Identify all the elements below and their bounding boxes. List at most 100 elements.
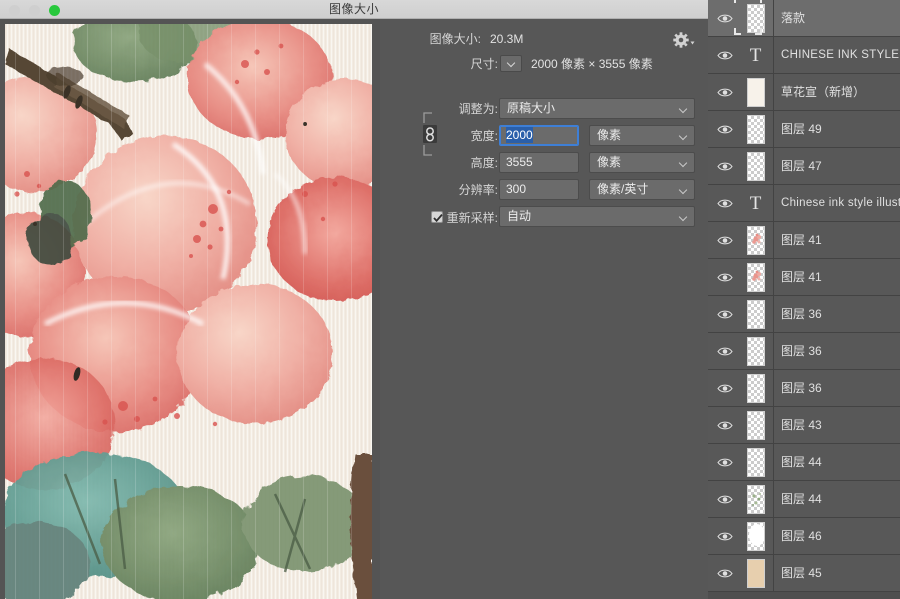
layer-name: 图层 46 [781, 529, 822, 543]
text-layer-icon: T [738, 37, 774, 74]
layer-name: Chinese ink style illustration [781, 197, 900, 209]
layer-thumbnail-image [746, 115, 765, 144]
photoshop-image-size-window: 图像大小 图像大小: 20.3M 尺寸: 2000 像素 × 3555 像素 调… [0, 0, 900, 599]
chevron-down-icon [508, 60, 515, 67]
layer-visibility-eye-icon[interactable] [717, 494, 733, 505]
layer-thumbnail-image [746, 411, 765, 440]
fit-to-label: 调整为: [458, 102, 498, 116]
layer-visibility-eye-icon[interactable] [717, 272, 733, 283]
gear-icon[interactable] [672, 31, 696, 49]
layer-thumbnail[interactable] [738, 148, 774, 185]
layer-row[interactable]: 图层 49 [708, 111, 900, 148]
layer-thumbnail-image [746, 300, 765, 329]
layer-thumbnail[interactable] [738, 370, 774, 407]
layer-visibility-eye-icon[interactable] [717, 87, 733, 98]
layer-row[interactable]: 图层 46 [708, 518, 900, 555]
layer-thumbnail[interactable] [738, 481, 774, 518]
layer-thumbnail[interactable] [738, 555, 774, 592]
height-unit-select[interactable]: 像素 [589, 152, 695, 173]
layer-row[interactable]: 图层 44 [708, 481, 900, 518]
layer-thumbnail-image [746, 337, 765, 366]
fit-to-value: 原稿大小 [507, 101, 556, 115]
layer-name: 图层 49 [781, 122, 822, 136]
layer-row[interactable]: 图层 36 [708, 296, 900, 333]
layer-thumbnail-image [746, 78, 765, 107]
chevron-down-icon [680, 133, 687, 140]
window-titlebar: 图像大小 [0, 0, 708, 19]
height-value: 3555 [506, 155, 533, 169]
window-title: 图像大小 [328, 2, 379, 16]
resample-select[interactable]: 自动 [499, 206, 695, 227]
chevron-down-icon [680, 160, 687, 167]
fit-to-select[interactable]: 原稿大小 [499, 98, 695, 119]
resolution-unit-select[interactable]: 像素/英寸 [589, 179, 695, 200]
layer-row[interactable]: T Chinese ink style illustration [708, 185, 900, 222]
layer-row[interactable]: 图层 41 [708, 222, 900, 259]
resample-value: 自动 [507, 209, 532, 223]
layer-thumbnail[interactable] [738, 333, 774, 370]
layers-panel[interactable]: 落款 T CHINESE INK STYLE 草花宣（新增） 图层 49 图层 47 T Ch… [708, 0, 900, 599]
layer-row[interactable]: 草花宣（新增） [708, 74, 900, 111]
layer-thumbnail[interactable] [738, 111, 774, 148]
layer-thumbnail[interactable] [738, 296, 774, 333]
image-size-dialog: 图像大小: 20.3M 尺寸: 2000 像素 × 3555 像素 调整为: 原… [380, 19, 708, 599]
layer-visibility-eye-icon[interactable] [717, 457, 733, 468]
layer-visibility-eye-icon[interactable] [717, 309, 733, 320]
layer-visibility-eye-icon[interactable] [717, 383, 733, 394]
layer-thumbnail-image [746, 263, 765, 292]
image-size-value: 20.3M [490, 32, 524, 46]
chevron-down-icon [680, 187, 687, 194]
dimensions-label: 尺寸: [470, 57, 498, 71]
image-preview[interactable] [5, 24, 372, 599]
layer-visibility-eye-icon[interactable] [717, 50, 733, 61]
layer-thumbnail[interactable] [734, 0, 774, 37]
dimensions-unit-dropdown[interactable] [500, 55, 522, 72]
layer-visibility-eye-icon[interactable] [717, 13, 733, 24]
layer-visibility-eye-icon[interactable] [717, 235, 733, 246]
chevron-down-icon [680, 214, 687, 221]
layer-visibility-eye-icon[interactable] [717, 161, 733, 172]
height-unit-value: 像素 [597, 155, 622, 169]
layer-row[interactable]: 图层 36 [708, 370, 900, 407]
resolution-input[interactable]: 300 [499, 179, 579, 200]
watercolor-peaches-artwork [5, 24, 372, 599]
layer-row[interactable]: 图层 45 [708, 555, 900, 592]
image-preview-area[interactable] [0, 19, 380, 599]
layer-row[interactable]: 图层 41 [708, 259, 900, 296]
height-input[interactable]: 3555 [499, 152, 579, 173]
layer-row[interactable]: 图层 47 [708, 148, 900, 185]
layer-row[interactable]: T CHINESE INK STYLE [708, 37, 900, 74]
layer-row[interactable]: 图层 44 [708, 444, 900, 481]
layer-row[interactable]: 图层 43 [708, 407, 900, 444]
layer-visibility-eye-icon[interactable] [717, 420, 733, 431]
layer-thumbnail[interactable] [738, 444, 774, 481]
layer-name: 图层 47 [781, 159, 822, 173]
height-label: 高度: [470, 156, 498, 170]
layer-row[interactable]: 落款 [708, 0, 900, 37]
layer-row[interactable]: 图层 36 [708, 333, 900, 370]
layer-name: 图层 41 [781, 270, 822, 284]
layer-thumbnail-image [746, 374, 765, 403]
layer-name: 落款 [781, 11, 806, 25]
resolution-label: 分辨率: [458, 183, 498, 197]
layer-visibility-eye-icon[interactable] [717, 568, 733, 579]
width-input[interactable]: 2000 [499, 125, 579, 146]
chevron-down-icon [680, 106, 687, 113]
resample-label: 重新采样: [446, 211, 498, 225]
layer-thumbnail[interactable] [738, 518, 774, 555]
layer-name: CHINESE INK STYLE [781, 49, 900, 61]
layer-thumbnail[interactable] [738, 222, 774, 259]
width-label: 宽度: [470, 129, 498, 143]
width-unit-select[interactable]: 像素 [589, 125, 695, 146]
layer-visibility-eye-icon[interactable] [717, 531, 733, 542]
layer-name: 图层 41 [781, 233, 822, 247]
layer-visibility-eye-icon[interactable] [717, 198, 733, 209]
layer-name: 图层 44 [781, 455, 822, 469]
layer-thumbnail[interactable] [738, 259, 774, 296]
layer-visibility-eye-icon[interactable] [717, 346, 733, 357]
width-value: 2000 [506, 127, 533, 143]
layer-thumbnail[interactable] [738, 407, 774, 444]
layer-name: 图层 36 [781, 381, 822, 395]
layer-thumbnail[interactable] [738, 74, 774, 111]
layer-visibility-eye-icon[interactable] [717, 124, 733, 135]
